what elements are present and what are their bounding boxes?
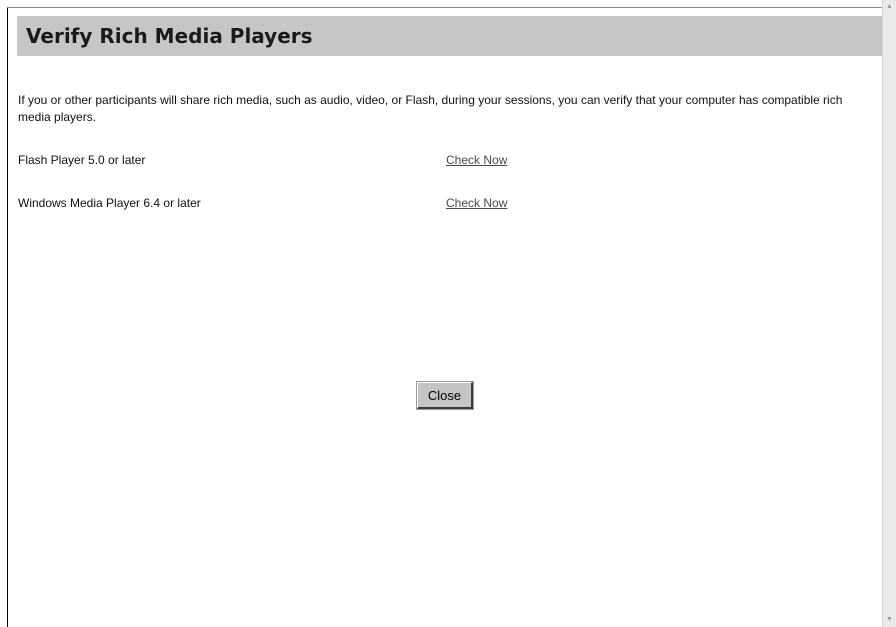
close-button[interactable]: Close [416, 381, 474, 410]
scroll-down-arrow-icon[interactable]: ▼ [883, 613, 896, 627]
intro-text: If you or other participants will share … [18, 93, 843, 124]
flash-player-label: Flash Player 5.0 or later [18, 153, 146, 167]
vertical-scrollbar[interactable]: ▲ ▼ [882, 0, 896, 627]
player-row-flash: Flash Player 5.0 or later Check Now [18, 153, 858, 171]
dialog-content: Verify Rich Media Players If you or othe… [8, 8, 883, 627]
title-bar: Verify Rich Media Players [17, 16, 883, 56]
check-flash-link[interactable]: Check Now [446, 153, 507, 167]
check-wmp-link[interactable]: Check Now [446, 196, 507, 210]
windows-media-player-label: Windows Media Player 6.4 or later [18, 196, 201, 210]
verify-players-window: Verify Rich Media Players If you or othe… [0, 0, 896, 627]
page-title: Verify Rich Media Players [26, 24, 313, 48]
player-row-wmp: Windows Media Player 6.4 or later Check … [18, 196, 858, 214]
scroll-up-arrow-icon[interactable]: ▲ [883, 0, 896, 14]
